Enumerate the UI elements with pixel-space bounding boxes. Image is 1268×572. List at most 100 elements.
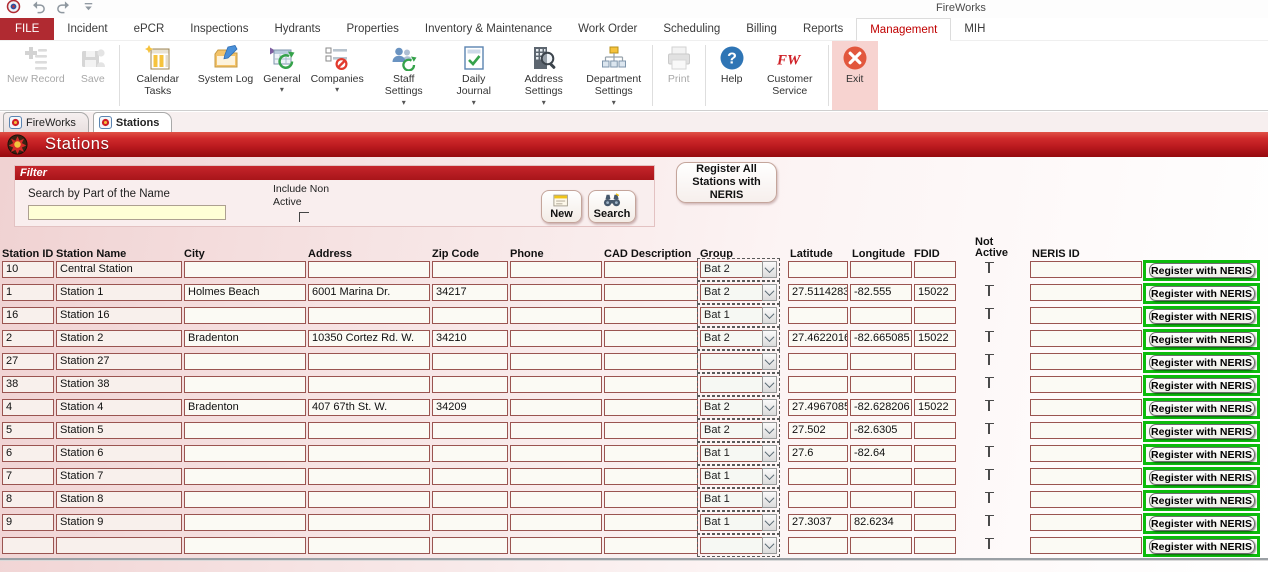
cell-zip[interactable] <box>432 307 508 324</box>
cell-lng[interactable] <box>850 537 912 554</box>
register-with-neris-button[interactable]: Register with NERIS <box>1149 355 1255 370</box>
group-dropdown[interactable]: Bat 2 <box>700 330 777 347</box>
cell-id[interactable]: 2 <box>2 330 54 347</box>
companies-button[interactable]: Companies▾ <box>306 41 369 110</box>
qat-more-button[interactable] <box>80 2 96 17</box>
cell-fdid[interactable]: 15022 <box>914 284 956 301</box>
not-active-checkbox[interactable] <box>972 262 1006 275</box>
group-dropdown[interactable] <box>700 353 777 370</box>
doc-tab-fireworks[interactable]: FireWorks <box>3 112 89 132</box>
ribbon-tab-mih[interactable]: MIH <box>951 18 998 40</box>
cell-name[interactable]: Station 4 <box>56 399 182 416</box>
cell-id[interactable]: 16 <box>2 307 54 324</box>
cell-address[interactable]: 407 67th St. W. <box>308 399 430 416</box>
cell-neris-id[interactable] <box>1030 514 1142 531</box>
group-dropdown[interactable]: Bat 1 <box>700 491 777 508</box>
cell-cad[interactable] <box>604 284 698 301</box>
ribbon-tab-billing[interactable]: Billing <box>733 18 790 40</box>
cell-zip[interactable] <box>432 353 508 370</box>
doc-tab-stations[interactable]: Stations <box>93 112 172 132</box>
cell-lat[interactable]: 27.4967085 <box>788 399 848 416</box>
staff-settings-button[interactable]: Staff Settings▾ <box>369 41 439 110</box>
register-all-stations-button[interactable]: Register All Stations with NERIS <box>676 162 777 203</box>
group-dropdown[interactable]: Bat 2 <box>700 422 777 439</box>
cell-address[interactable] <box>308 491 430 508</box>
cell-lng[interactable]: -82.555 <box>850 284 912 301</box>
cell-address[interactable] <box>308 514 430 531</box>
cell-id[interactable]: 5 <box>2 422 54 439</box>
cell-lat[interactable] <box>788 491 848 508</box>
not-active-checkbox[interactable] <box>972 469 1006 482</box>
cell-id[interactable]: 9 <box>2 514 54 531</box>
cell-phone[interactable] <box>510 491 602 508</box>
department-settings-button[interactable]: Department Settings▾ <box>579 41 649 110</box>
cell-fdid[interactable] <box>914 445 956 462</box>
cell-lat[interactable]: 27.4622016 <box>788 330 848 347</box>
register-with-neris-button[interactable]: Register with NERIS <box>1149 424 1255 439</box>
cell-zip[interactable]: 34210 <box>432 330 508 347</box>
cell-address[interactable] <box>308 468 430 485</box>
system-log-button[interactable]: System Log <box>193 41 258 110</box>
cell-phone[interactable] <box>510 399 602 416</box>
group-dropdown-button[interactable] <box>762 491 777 508</box>
include-non-active-checkbox[interactable] <box>299 212 309 222</box>
cell-phone[interactable] <box>510 284 602 301</box>
cell-fdid[interactable] <box>914 376 956 393</box>
group-dropdown-button[interactable] <box>762 307 777 324</box>
group-dropdown-button[interactable] <box>762 537 777 554</box>
cell-name[interactable]: Station 38 <box>56 376 182 393</box>
register-with-neris-button[interactable]: Register with NERIS <box>1149 470 1255 485</box>
group-dropdown[interactable]: Bat 1 <box>700 468 777 485</box>
cell-phone[interactable] <box>510 376 602 393</box>
cell-lat[interactable]: 27.6 <box>788 445 848 462</box>
not-active-checkbox[interactable] <box>972 538 1006 551</box>
cell-name[interactable]: Station 8 <box>56 491 182 508</box>
cell-name[interactable]: Station 5 <box>56 422 182 439</box>
cell-name[interactable]: Station 7 <box>56 468 182 485</box>
group-dropdown-button[interactable] <box>762 399 777 416</box>
exit-button[interactable]: Exit <box>832 41 878 110</box>
cell-cad[interactable] <box>604 376 698 393</box>
cell-zip[interactable]: 34209 <box>432 399 508 416</box>
cell-cad[interactable] <box>604 330 698 347</box>
not-active-checkbox[interactable] <box>972 285 1006 298</box>
cell-address[interactable] <box>308 422 430 439</box>
cell-name[interactable]: Station 1 <box>56 284 182 301</box>
address-settings-button[interactable]: Address Settings▾ <box>509 41 579 110</box>
cell-lng[interactable]: -82.628206 <box>850 399 912 416</box>
cell-cad[interactable] <box>604 468 698 485</box>
cell-fdid[interactable] <box>914 491 956 508</box>
group-dropdown[interactable] <box>700 537 777 554</box>
cell-id[interactable]: 1 <box>2 284 54 301</box>
cell-zip[interactable] <box>432 491 508 508</box>
cell-address[interactable]: 10350 Cortez Rd. W. <box>308 330 430 347</box>
group-dropdown[interactable]: Bat 2 <box>700 261 777 278</box>
ribbon-tab-reports[interactable]: Reports <box>790 18 856 40</box>
cell-lng[interactable] <box>850 307 912 324</box>
cell-neris-id[interactable] <box>1030 376 1142 393</box>
cell-city[interactable] <box>184 514 306 531</box>
cell-lng[interactable] <box>850 491 912 508</box>
cell-neris-id[interactable] <box>1030 422 1142 439</box>
cell-neris-id[interactable] <box>1030 353 1142 370</box>
new-button[interactable]: New <box>541 190 582 223</box>
calendar-tasks-button[interactable]: Calendar Tasks <box>123 41 193 110</box>
ribbon-tab-hydrants[interactable]: Hydrants <box>261 18 333 40</box>
customer-service-button[interactable]: FWCustomer Service <box>755 41 825 110</box>
cell-cad[interactable] <box>604 445 698 462</box>
cell-zip[interactable] <box>432 514 508 531</box>
not-active-checkbox[interactable] <box>972 354 1006 367</box>
cell-cad[interactable] <box>604 422 698 439</box>
cell-phone[interactable] <box>510 330 602 347</box>
group-dropdown-button[interactable] <box>762 284 777 301</box>
group-dropdown-button[interactable] <box>762 376 777 393</box>
register-with-neris-button[interactable]: Register with NERIS <box>1149 286 1255 301</box>
cell-city[interactable] <box>184 491 306 508</box>
group-dropdown[interactable]: Bat 2 <box>700 284 777 301</box>
cell-lng[interactable] <box>850 468 912 485</box>
cell-address[interactable] <box>308 537 430 554</box>
general-button[interactable]: General▾ <box>258 41 305 110</box>
not-active-checkbox[interactable] <box>972 377 1006 390</box>
undo-button[interactable] <box>30 2 46 17</box>
cell-cad[interactable] <box>604 537 698 554</box>
